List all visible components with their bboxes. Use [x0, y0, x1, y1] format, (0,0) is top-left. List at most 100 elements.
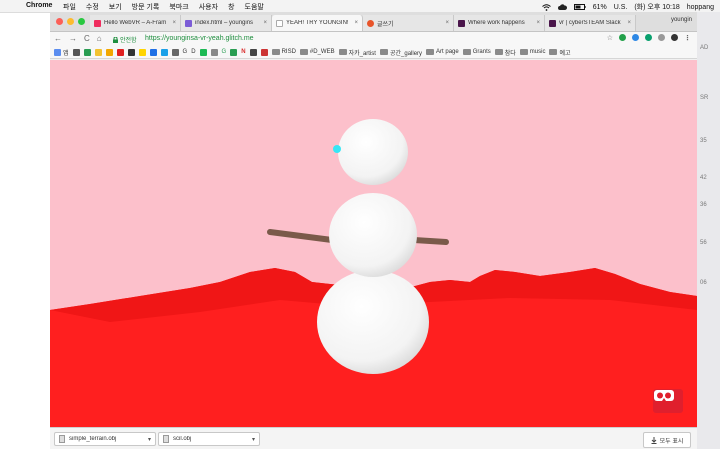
bookmark-folder-7[interactable]: 참다 — [494, 48, 516, 57]
battery-icon[interactable] — [573, 4, 586, 10]
youtube-icon[interactable] — [116, 48, 124, 56]
menu-kebab-icon[interactable]: ⋮ — [684, 34, 691, 42]
bookmark-icon[interactable] — [94, 48, 102, 56]
reload-icon[interactable]: C — [84, 34, 90, 43]
bookmark-icon[interactable] — [249, 48, 257, 56]
bookmark-icon[interactable] — [199, 48, 207, 56]
folder-label: 자카_artist — [348, 50, 376, 57]
bookmark-folder-9[interactable]: 예고 — [549, 48, 571, 57]
bookmark-folder-artist[interactable]: 자카_artist — [338, 48, 376, 57]
tab-slack-home[interactable]: Where work happens × — [454, 15, 545, 31]
tab-blog-write[interactable]: 글쓰기 × — [363, 15, 454, 31]
menu-view[interactable]: 보기 — [109, 2, 122, 12]
menu-bookmarks[interactable]: 북마크 — [169, 2, 188, 12]
bookmark-icon[interactable] — [105, 48, 113, 56]
bookmark-icon[interactable] — [127, 48, 135, 56]
close-tab-icon[interactable]: × — [263, 20, 267, 26]
extension-icon[interactable] — [619, 34, 626, 41]
address-bar[interactable]: https://younginsa-vr-yeah.glitch.me — [145, 35, 254, 42]
tab-glitch-editor[interactable]: index.html – youngins × — [181, 15, 272, 31]
folder-icon — [379, 49, 388, 55]
download-filename: scil.obj — [173, 436, 192, 442]
extension-icon[interactable] — [645, 34, 652, 41]
bookmark-letter-n[interactable]: N — [241, 49, 245, 55]
close-tab-icon[interactable]: × — [354, 20, 358, 26]
bookmark-icon[interactable] — [171, 48, 179, 56]
bookmark-folder-grants[interactable]: Grants — [462, 49, 491, 55]
folder-icon — [338, 49, 347, 55]
folder-label: 공간_gallery — [389, 50, 423, 57]
snowman-head — [338, 119, 408, 185]
bookmark-icon[interactable] — [149, 48, 157, 56]
secure-indicator[interactable]: 안전함 — [113, 35, 137, 44]
browser-window: Hello WebVR – A-Fram × index.html – youn… — [50, 12, 697, 449]
bookmark-icon[interactable] — [260, 48, 268, 56]
close-tab-icon[interactable]: × — [627, 20, 631, 26]
menu-items: 파일 수정 보기 방문 기록 북마크 사용자 창 도움말 — [63, 2, 264, 12]
extension-icons: ☆ ⋮ — [607, 34, 691, 42]
tab-active-vr-page[interactable]: YEAH! TRY YOUNGIN! × — [272, 15, 363, 31]
bookmark-icon[interactable] — [160, 48, 168, 56]
clock[interactable]: (화) 오후 10:18 — [634, 2, 679, 12]
tab-aframe[interactable]: Hello WebVR – A-Fram × — [90, 15, 181, 31]
extension-icon[interactable] — [632, 34, 639, 41]
download-item[interactable]: simple_terrain.obj ▾ — [54, 432, 156, 446]
extension-icon[interactable] — [671, 34, 678, 41]
menu-people[interactable]: 사용자 — [199, 2, 218, 12]
file-icon — [59, 435, 65, 443]
download-options-icon[interactable]: ▾ — [252, 436, 255, 443]
bookmark-icon[interactable] — [210, 48, 218, 56]
menu-history[interactable]: 방문 기록 — [132, 2, 160, 12]
menu-edit[interactable]: 수정 — [86, 2, 99, 12]
bookmark-folder-music[interactable]: music — [519, 49, 545, 55]
menu-file[interactable]: 파일 — [63, 2, 76, 12]
desktop-label: 56 — [700, 240, 707, 246]
desktop-label: AD — [700, 45, 709, 51]
input-source[interactable]: U.S. — [614, 4, 628, 11]
bookmark-folder-art-page[interactable]: Art page — [426, 49, 459, 55]
address-toolbar: ← → C ⌂ 안전함 https://younginsa-vr-yeah.gl… — [50, 32, 697, 46]
desktop-label: 06 — [700, 280, 707, 286]
bookmark-folder-risd[interactable]: RISD — [271, 49, 296, 55]
cloud-icon[interactable] — [557, 4, 567, 10]
bookmark-star-icon[interactable]: ☆ — [607, 34, 613, 42]
tab-title: 글쓰기 — [377, 21, 394, 28]
forward-icon[interactable]: → — [69, 34, 77, 43]
close-tab-icon[interactable]: × — [536, 20, 540, 26]
app-menu[interactable]: Chrome — [26, 2, 52, 9]
home-icon[interactable]: ⌂ — [97, 34, 102, 43]
bookmark-icon[interactable] — [83, 48, 91, 56]
bookmark-icon[interactable] — [138, 48, 146, 56]
close-tab-icon[interactable]: × — [172, 20, 176, 26]
back-icon[interactable]: ← — [54, 34, 62, 43]
bookmark-icon[interactable] — [72, 48, 80, 56]
folder-icon — [494, 49, 503, 55]
wifi-icon[interactable] — [541, 3, 551, 11]
close-window-button[interactable] — [56, 18, 63, 25]
menu-window[interactable]: 창 — [228, 2, 234, 12]
show-all-downloads-button[interactable]: 모두 표시 — [643, 432, 691, 448]
folder-icon — [299, 49, 308, 55]
apps-shortcut[interactable]: 앱 — [54, 48, 69, 57]
zoom-window-button[interactable] — [78, 18, 85, 25]
bookmark-folder-dweb[interactable]: #D_WEB — [299, 49, 335, 55]
slack-favicon-icon — [458, 19, 465, 27]
close-tab-icon[interactable]: × — [445, 20, 449, 26]
folder-icon — [271, 49, 280, 55]
menu-help[interactable]: 도움말 — [245, 2, 264, 12]
bookmark-folder-gallery[interactable]: 공간_gallery — [379, 48, 423, 57]
bookmark-letter-d[interactable]: D — [191, 49, 195, 55]
bookmark-letter-g[interactable]: G — [183, 49, 188, 55]
user-name[interactable]: hoppang — [687, 4, 714, 11]
vr-scene[interactable] — [50, 60, 697, 427]
scene-canvas[interactable] — [50, 60, 697, 427]
extension-icon[interactable] — [658, 34, 665, 41]
enter-vr-button[interactable] — [653, 389, 683, 413]
bookmark-letter-g[interactable]: G — [222, 49, 227, 55]
profile-button[interactable]: youngin — [671, 17, 692, 23]
tab-slack-channel[interactable]: vr | cyberSTEAM Slack × — [545, 15, 636, 31]
download-options-icon[interactable]: ▾ — [148, 436, 151, 443]
download-item[interactable]: scil.obj ▾ — [158, 432, 260, 446]
minimize-window-button[interactable] — [67, 18, 74, 25]
bookmark-icon[interactable] — [230, 48, 238, 56]
